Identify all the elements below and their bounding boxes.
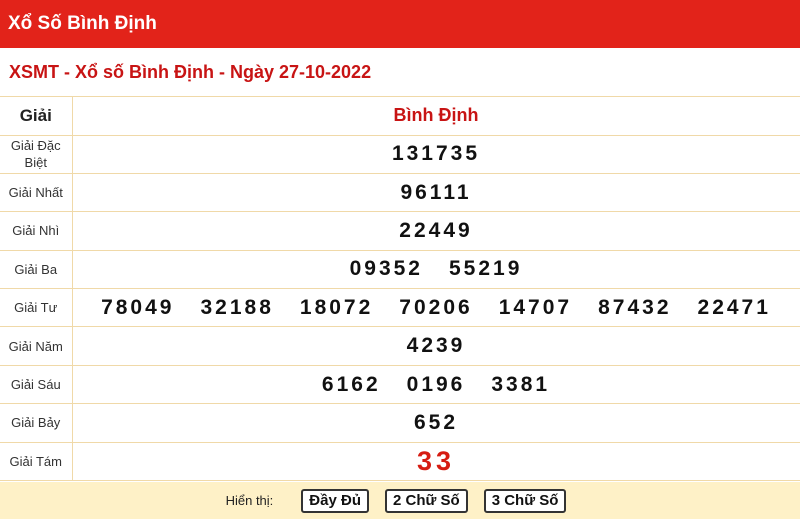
prize-number: 652 [413,410,459,434]
prize-number: 78049 [101,295,175,319]
prize-numbers: 96111 [72,173,800,213]
prize-row: Giải Bảy 652 [0,403,800,443]
prize-label: Giải Đặc Biệt [0,135,73,174]
prize-number: 32188 [200,295,274,319]
table-header-row: Giải Bình Định [0,97,800,136]
prize-row: Giải Sáu 6162 0196 3381 [0,365,800,405]
page-title: Xổ Số Bình Định [8,13,157,34]
prize-number: 22471 [697,295,771,319]
prize-label: Giải Nhất [0,173,73,213]
display-label: Hiển thị: [225,493,274,508]
show-2-digits-button[interactable]: 2 Chữ Số [384,488,468,513]
display-options-bar: Hiển thị: Đầy Đủ 2 Chữ Số 3 Chữ Số [0,482,800,519]
prize-number: 131735 [391,142,481,166]
results-table: Giải Bình Định Giải Đặc Biệt 131735 Giải N… [0,97,800,482]
prize-numbers: 78049 32188 18072 70206 14707 87432 22471 [72,288,800,328]
prize-number: 14707 [498,295,573,319]
result-subheader: XSMT - Xổ số Bình Định - Ngày 27-10-2022 [0,48,800,97]
prize-number: 18072 [299,295,374,319]
prize-number: 0196 [406,372,466,396]
prize-numbers: 131735 [72,135,800,174]
prize-number: 70206 [399,295,473,319]
prize-numbers: 33 [72,442,800,482]
prize-number: 55219 [449,257,523,281]
prize-label: Giải Sáu [0,365,73,405]
show-full-button[interactable]: Đầy Đủ [301,488,369,513]
prize-number: 3381 [491,372,551,396]
prize-row: Giải Ba 09352 55219 [0,250,800,290]
prize-numbers: 652 [72,403,800,443]
prize-row: Giải Năm 4239 [0,326,800,366]
prize-row: Giải Tư 78049 32188 18072 70206 14707 87432 224… [0,288,800,328]
prize-row: Giải Nhất 96111 [0,173,800,213]
prize-number: 4239 [406,334,466,358]
prize-label: Giải Bảy [0,403,73,443]
result-title[interactable]: XSMT - Xổ số Bình Định - Ngày 27-10-2022 [9,62,371,83]
prize-label: Giải Tư [0,288,73,328]
prize-label: Giải Tám [0,442,73,482]
prize-numbers: 09352 55219 [72,250,800,290]
prize-number: 87432 [598,295,672,319]
prize-number: 33 [416,445,456,476]
prize-numbers: 4239 [72,326,800,366]
column-header-province: Bình Định [72,97,800,136]
results-body: Giải Đặc Biệt 131735 Giải Nhất 96111 Giải Nh… [0,135,800,482]
prize-row: Giải Đặc Biệt 131735 [0,135,800,174]
prize-label: Giải Nhì [0,211,73,251]
prize-numbers: 6162 0196 3381 [72,365,800,405]
site-header: Xổ Số Bình Định [0,0,800,48]
prize-number: 09352 [349,257,423,281]
prize-row: Giải Tám 33 [0,442,800,482]
column-header-prize: Giải [0,97,73,136]
prize-label: Giải Ba [0,250,73,290]
prize-number: 96111 [400,180,472,204]
prize-number: 22449 [399,218,473,242]
show-3-digits-button[interactable]: 3 Chữ Số [483,488,567,513]
prize-row: Giải Nhì 22449 [0,211,800,251]
prize-label: Giải Năm [0,326,73,366]
prize-numbers: 22449 [72,211,800,251]
prize-number: 6162 [321,372,381,396]
lottery-page: Xổ Số Bình Định XSMT - Xổ số Bình Định -… [0,0,800,519]
